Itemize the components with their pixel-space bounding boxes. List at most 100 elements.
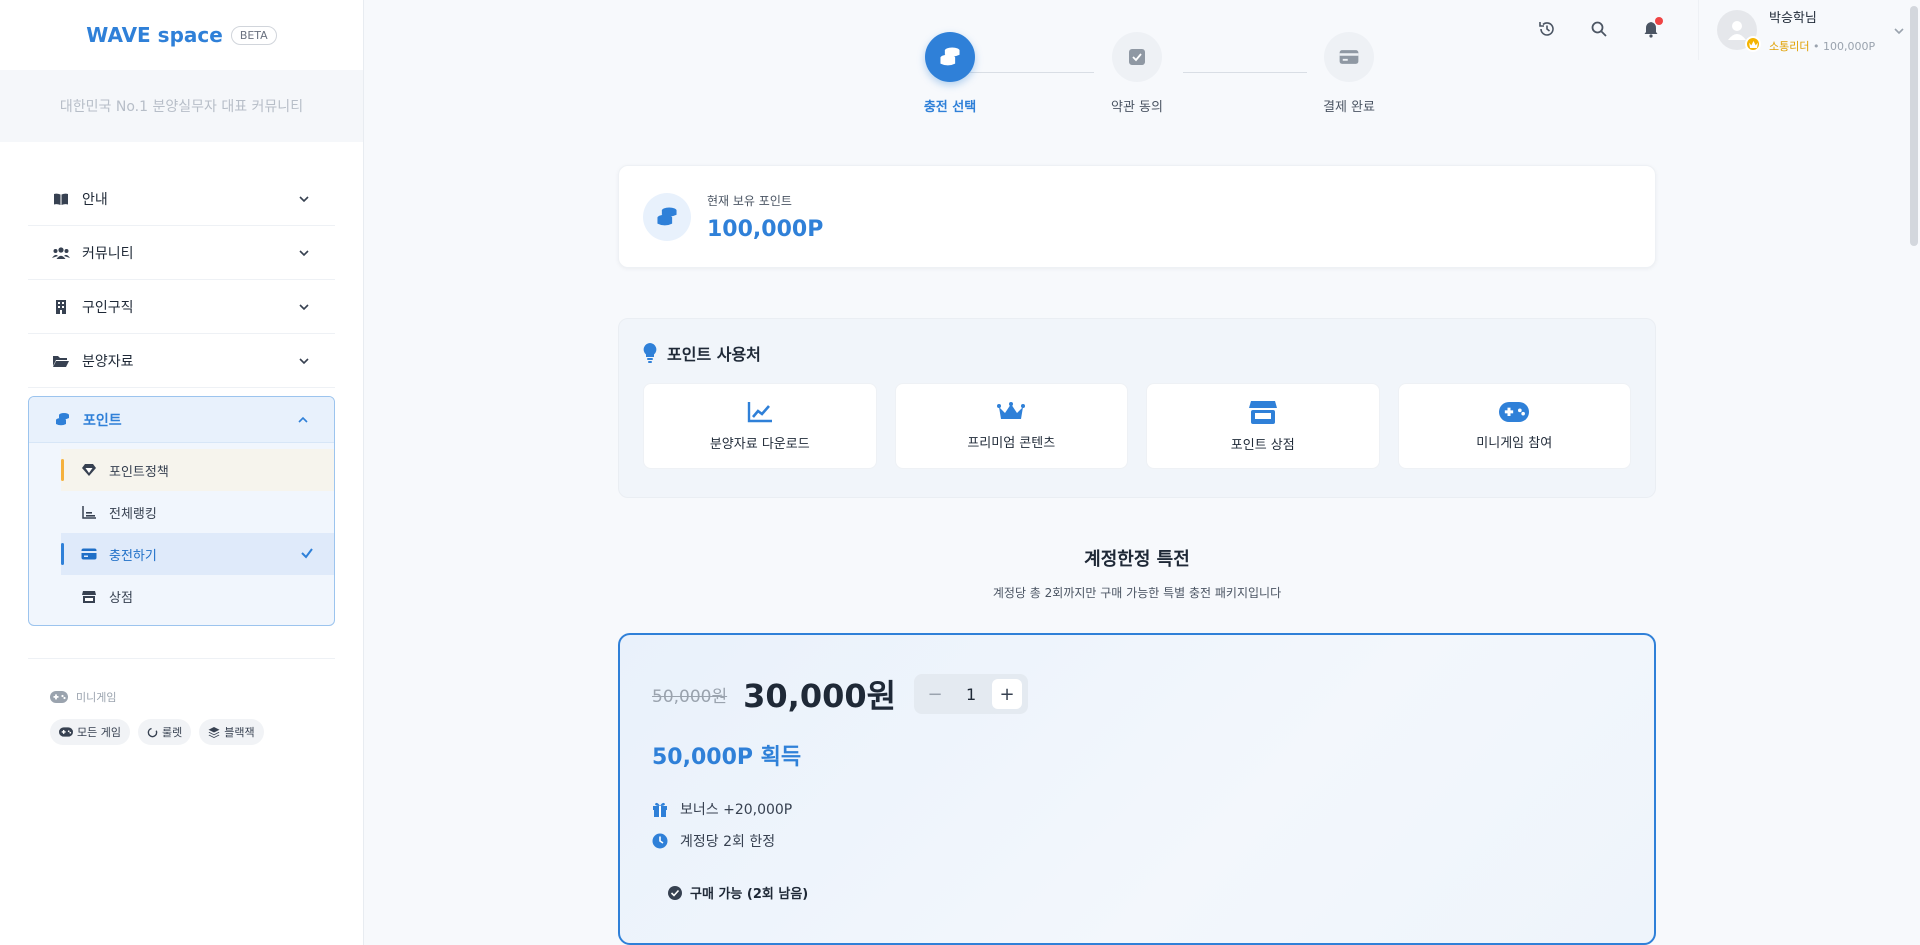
submenu-item-shop[interactable]: 상점 [61, 575, 334, 617]
usage-point-shop[interactable]: 포인트 상점 [1146, 383, 1380, 469]
step-connector [1183, 72, 1307, 73]
check-circle-icon [668, 885, 682, 900]
current-points-card: 현재 보유 포인트 100,000P [618, 165, 1656, 268]
diamond-icon [81, 462, 97, 478]
check-icon [301, 548, 313, 559]
quantity-input[interactable] [954, 684, 989, 704]
gift-icon [653, 802, 667, 817]
usage-premium-content[interactable]: 프리미엄 콘텐츠 [894, 383, 1128, 469]
header-actions [1538, 17, 1663, 38]
minigame-chips: 모든 게임 룰렛 블랙잭 [50, 719, 313, 745]
profile-info: 박승학님 소통리더 • 100,000P [1769, 7, 1875, 54]
step-label: 결제 완료 [1323, 100, 1375, 115]
divider [28, 658, 335, 659]
users-icon [52, 244, 70, 262]
submenu-label: 포인트정책 [109, 464, 169, 480]
user-profile-menu[interactable]: 박승학님 소통리더 • 100,000P [1698, 0, 1920, 60]
brand[interactable]: WAVE space BETA [0, 0, 363, 70]
usage-label: 분양자료 다운로드 [709, 436, 810, 452]
submenu-label: 충전하기 [109, 548, 157, 564]
sidebar-item-community[interactable]: 커뮤니티 [28, 226, 335, 280]
progress-stepper: 충전 선택 약관 동의 결제 완료 [900, 32, 1375, 115]
credit-card-icon [81, 546, 97, 562]
sidebar-item-guide[interactable]: 안내 [28, 172, 335, 226]
special-offer-card[interactable]: 50,000원 30,000원 − + 50,000P 획득 보너스 +20,0… [618, 633, 1656, 945]
chip-roulette[interactable]: 룰렛 [137, 719, 192, 745]
profile-meta: 소통리더 • 100,000P [1769, 38, 1875, 54]
crown-icon [1745, 36, 1761, 52]
original-price: 50,000원 [652, 686, 728, 707]
submenu-label: 전체랭킹 [109, 506, 157, 522]
spinner-icon [147, 727, 158, 737]
step-label: 충전 선택 [923, 100, 977, 115]
sidebar-item-jobs[interactable]: 구인구직 [28, 280, 335, 334]
notification-dot [1655, 17, 1663, 25]
chip-all-games[interactable]: 모든 게임 [50, 719, 130, 745]
benefit-limit: 계정당 2회 한정 [652, 825, 1622, 857]
credit-card-icon [1324, 32, 1374, 82]
usage-title: 포인트 사용처 [643, 341, 1631, 365]
sidebar-group-points: 포인트 포인트정책 전체랭킹 충전하기 상점 [28, 396, 335, 626]
usage-grid: 분양자료 다운로드 프리미엄 콘텐츠 포인트 상점 미니게임 참여 [643, 383, 1631, 469]
chip-blackjack[interactable]: 블랙잭 [199, 719, 264, 745]
folder-icon [52, 352, 70, 370]
store-icon [81, 588, 97, 604]
usage-label: 포인트 상점 [1230, 437, 1295, 453]
submenu-item-ranking[interactable]: 전체랭킹 [61, 491, 334, 533]
gamepad-icon [59, 727, 73, 737]
sidebar-item-label: 포인트 [83, 412, 122, 429]
increase-button[interactable]: + [992, 679, 1023, 709]
current-points-value: 100,000P [707, 216, 824, 242]
benefit-label: 보너스 +20,000P [680, 802, 793, 818]
usage-download-materials[interactable]: 분양자료 다운로드 [643, 383, 877, 469]
step-terms-agree: 약관 동의 [1087, 32, 1187, 115]
store-icon [1248, 400, 1277, 424]
profile-points: 100,000P [1822, 39, 1876, 53]
tagline: 대한민국 No.1 분양실무자 대표 커뮤니티 [0, 70, 363, 142]
decrease-button[interactable]: − [920, 679, 950, 709]
profile-rank: 소통리더 [1769, 39, 1810, 53]
bell-icon[interactable] [1642, 17, 1663, 38]
offer-price-row: 50,000원 30,000원 − + [652, 671, 1622, 717]
gamepad-icon [50, 691, 68, 703]
chevron-down-icon [299, 357, 309, 364]
chip-label: 블랙잭 [224, 726, 255, 739]
building-icon [52, 298, 70, 316]
avatar [1717, 10, 1761, 52]
chevron-down-icon [299, 249, 309, 256]
special-offer-subtitle: 계정당 총 2회까지만 구매 가능한 특별 충전 패키지입니다 [992, 586, 1282, 600]
submenu-item-point-policy[interactable]: 포인트정책 [61, 449, 334, 491]
sidebar-item-label: 분양자료 [82, 353, 134, 370]
sidebar-item-points[interactable]: 포인트 [29, 397, 334, 443]
history-icon[interactable] [1538, 20, 1556, 38]
usage-minigame[interactable]: 미니게임 참여 [1397, 383, 1631, 469]
benefit-bonus: 보너스 +20,000P [652, 793, 1622, 825]
book-icon [52, 190, 70, 208]
profile-name: 박승학님 [1769, 10, 1817, 26]
usage-label: 미니게임 참여 [1476, 435, 1553, 451]
sidebar-item-materials[interactable]: 분양자료 [28, 334, 335, 388]
sidebar-item-label: 안내 [82, 191, 108, 208]
chart-icon [81, 504, 97, 520]
purchase-status-label: 구매 가능 (2회 남음) [690, 887, 809, 902]
sidebar-item-label: 구인구직 [82, 299, 134, 316]
layers-icon [208, 726, 220, 738]
current-points: 현재 보유 포인트 100,000P [707, 192, 823, 242]
minigame-title: 미니게임 [50, 689, 313, 705]
user-icon [1728, 21, 1746, 40]
earn-points: 50,000P 획득 [652, 745, 802, 770]
gamepad-icon [1499, 401, 1530, 422]
checkbox-icon [1112, 32, 1162, 82]
chevron-down-icon [1894, 28, 1904, 35]
submenu-item-charge[interactable]: 충전하기 [61, 533, 334, 575]
sidebar-item-label: 커뮤니티 [82, 245, 134, 262]
current-points-label: 현재 보유 포인트 [707, 193, 792, 208]
brand-name[interactable]: WAVE space [86, 23, 223, 47]
page-scrollbar[interactable] [1910, 6, 1918, 246]
minigame-label: 미니게임 [76, 691, 117, 704]
step-charge-select: 충전 선택 [900, 32, 1000, 115]
point-usage-section: 포인트 사용처 분양자료 다운로드 프리미엄 콘텐츠 포인트 상점 미니게임 참… [618, 318, 1656, 498]
clock-icon [652, 833, 668, 849]
chip-label: 룰렛 [161, 726, 183, 739]
search-icon[interactable] [1590, 20, 1608, 38]
